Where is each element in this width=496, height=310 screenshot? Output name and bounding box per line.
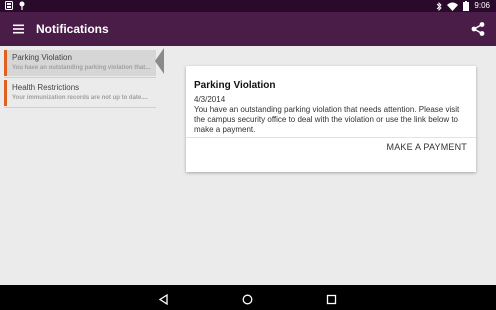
recents-button[interactable] — [326, 292, 337, 305]
list-divider — [4, 77, 156, 78]
status-time: 9:06 — [474, 1, 490, 10]
status-bar: 9:06 — [0, 0, 496, 12]
make-payment-button[interactable]: MAKE A PAYMENT — [387, 142, 468, 152]
list-item-parking-violation[interactable]: Parking Violation You have an outstandin… — [4, 50, 156, 76]
navigation-bar — [0, 285, 496, 310]
selection-indicator — [155, 48, 164, 74]
back-triangle-icon — [158, 293, 168, 306]
menu-button[interactable] — [12, 22, 26, 36]
wifi-icon — [447, 2, 459, 11]
list-item-title: Parking Violation — [12, 53, 72, 62]
hamburger-menu-icon — [13, 24, 24, 34]
detail-body: You have an outstanding parking violatio… — [194, 105, 460, 134]
share-icon — [471, 22, 485, 36]
list-item-preview: You have an outstanding parking violatio… — [12, 65, 151, 71]
card-divider — [186, 137, 476, 138]
page-title: Notifications — [36, 22, 109, 36]
list-item-health-restrictions[interactable]: Health Restrictions Your immunization re… — [4, 80, 156, 106]
detail-title: Parking Violation — [194, 80, 276, 91]
list-item-preview: Your immunization records are not up to … — [12, 95, 148, 101]
home-button[interactable] — [242, 292, 253, 305]
notification-detail-card: Parking Violation 4/3/2014 You have an o… — [186, 66, 476, 172]
list-divider — [4, 107, 156, 108]
recents-square-icon — [326, 294, 337, 305]
list-item-title: Health Restrictions — [12, 83, 80, 92]
back-button[interactable] — [158, 292, 169, 306]
notification-app-icon — [5, 1, 13, 10]
app-bar: Notifications — [0, 12, 496, 46]
notification-list: Parking Violation You have an outstandin… — [0, 46, 164, 285]
home-circle-icon — [242, 294, 253, 305]
share-button[interactable] — [470, 21, 486, 37]
location-pin-icon — [19, 1, 25, 10]
bluetooth-icon — [436, 1, 443, 11]
battery-icon — [463, 1, 470, 11]
detail-date: 4/3/2014 — [194, 95, 226, 104]
